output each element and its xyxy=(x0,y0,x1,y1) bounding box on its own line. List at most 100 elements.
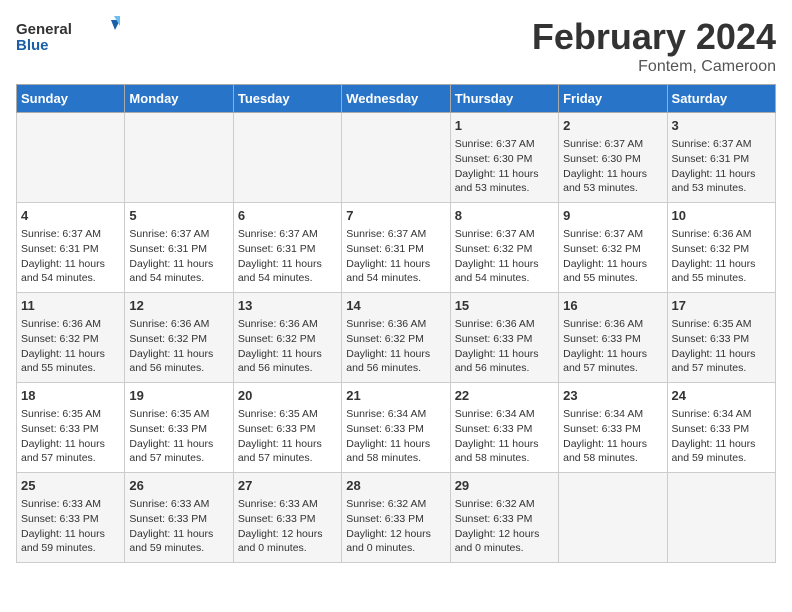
cell-info-line: Sunset: 6:33 PM xyxy=(455,332,554,347)
calendar-cell: 12Sunrise: 6:36 AMSunset: 6:32 PMDayligh… xyxy=(125,293,233,383)
cell-info-line: Sunrise: 6:35 AM xyxy=(672,317,771,332)
cell-info-line: Daylight: 12 hours xyxy=(455,527,554,542)
cell-info-line: Sunrise: 6:37 AM xyxy=(238,227,337,242)
day-number: 14 xyxy=(346,297,445,315)
calendar-cell: 5Sunrise: 6:37 AMSunset: 6:31 PMDaylight… xyxy=(125,203,233,293)
calendar-cell: 10Sunrise: 6:36 AMSunset: 6:32 PMDayligh… xyxy=(667,203,775,293)
cell-info-line: Sunset: 6:33 PM xyxy=(672,422,771,437)
day-number: 26 xyxy=(129,477,228,495)
cell-info-line: Sunrise: 6:37 AM xyxy=(563,137,662,152)
day-number: 3 xyxy=(672,117,771,135)
cell-info-line: Sunrise: 6:37 AM xyxy=(129,227,228,242)
calendar-cell: 22Sunrise: 6:34 AMSunset: 6:33 PMDayligh… xyxy=(450,383,558,473)
cell-info-line: Daylight: 11 hours xyxy=(563,437,662,452)
cell-info-line: Sunset: 6:32 PM xyxy=(672,242,771,257)
weekday-header-thursday: Thursday xyxy=(450,85,558,113)
weekday-header-monday: Monday xyxy=(125,85,233,113)
month-title: February 2024 xyxy=(532,16,776,58)
calendar-cell: 29Sunrise: 6:32 AMSunset: 6:33 PMDayligh… xyxy=(450,473,558,563)
calendar-cell: 26Sunrise: 6:33 AMSunset: 6:33 PMDayligh… xyxy=(125,473,233,563)
calendar-cell xyxy=(17,113,125,203)
cell-info-line: and 54 minutes. xyxy=(238,271,337,286)
cell-info-line: and 57 minutes. xyxy=(129,451,228,466)
cell-info-line: Daylight: 11 hours xyxy=(129,257,228,272)
cell-info-line: Daylight: 11 hours xyxy=(563,257,662,272)
day-number: 8 xyxy=(455,207,554,225)
calendar-cell: 24Sunrise: 6:34 AMSunset: 6:33 PMDayligh… xyxy=(667,383,775,473)
cell-info-line: Daylight: 11 hours xyxy=(129,527,228,542)
cell-info-line: Sunrise: 6:32 AM xyxy=(455,497,554,512)
calendar-cell: 18Sunrise: 6:35 AMSunset: 6:33 PMDayligh… xyxy=(17,383,125,473)
day-number: 4 xyxy=(21,207,120,225)
calendar-cell xyxy=(667,473,775,563)
cell-info-line: and 54 minutes. xyxy=(455,271,554,286)
cell-info-line: and 57 minutes. xyxy=(672,361,771,376)
cell-info-line: Sunrise: 6:33 AM xyxy=(129,497,228,512)
cell-info-line: Sunset: 6:32 PM xyxy=(455,242,554,257)
calendar-cell xyxy=(342,113,450,203)
cell-info-line: Daylight: 11 hours xyxy=(21,437,120,452)
cell-info-line: Daylight: 12 hours xyxy=(346,527,445,542)
cell-info-line: Sunrise: 6:34 AM xyxy=(346,407,445,422)
cell-info-line: Sunrise: 6:36 AM xyxy=(563,317,662,332)
calendar-cell: 27Sunrise: 6:33 AMSunset: 6:33 PMDayligh… xyxy=(233,473,341,563)
day-number: 24 xyxy=(672,387,771,405)
day-number: 25 xyxy=(21,477,120,495)
week-row-2: 4Sunrise: 6:37 AMSunset: 6:31 PMDaylight… xyxy=(17,203,776,293)
day-number: 27 xyxy=(238,477,337,495)
cell-info-line: Sunrise: 6:36 AM xyxy=(346,317,445,332)
cell-info-line: and 54 minutes. xyxy=(129,271,228,286)
cell-info-line: Sunset: 6:33 PM xyxy=(129,422,228,437)
day-number: 11 xyxy=(21,297,120,315)
cell-info-line: and 56 minutes. xyxy=(129,361,228,376)
logo-text: General Blue xyxy=(16,16,136,61)
calendar-cell: 15Sunrise: 6:36 AMSunset: 6:33 PMDayligh… xyxy=(450,293,558,383)
week-row-4: 18Sunrise: 6:35 AMSunset: 6:33 PMDayligh… xyxy=(17,383,776,473)
cell-info-line: and 0 minutes. xyxy=(238,541,337,556)
cell-info-line: Sunrise: 6:35 AM xyxy=(129,407,228,422)
page-header: General Blue February 2024 Fontem, Camer… xyxy=(16,16,776,76)
cell-info-line: and 57 minutes. xyxy=(563,361,662,376)
calendar-cell: 19Sunrise: 6:35 AMSunset: 6:33 PMDayligh… xyxy=(125,383,233,473)
calendar-cell: 2Sunrise: 6:37 AMSunset: 6:30 PMDaylight… xyxy=(559,113,667,203)
cell-info-line: Sunrise: 6:37 AM xyxy=(455,137,554,152)
weekday-header-tuesday: Tuesday xyxy=(233,85,341,113)
cell-info-line: Sunset: 6:31 PM xyxy=(238,242,337,257)
cell-info-line: Daylight: 11 hours xyxy=(672,347,771,362)
weekday-header-saturday: Saturday xyxy=(667,85,775,113)
calendar-cell: 4Sunrise: 6:37 AMSunset: 6:31 PMDaylight… xyxy=(17,203,125,293)
cell-info-line: Sunset: 6:30 PM xyxy=(563,152,662,167)
day-number: 9 xyxy=(563,207,662,225)
cell-info-line: Sunrise: 6:36 AM xyxy=(672,227,771,242)
cell-info-line: Sunrise: 6:36 AM xyxy=(455,317,554,332)
cell-info-line: Sunrise: 6:32 AM xyxy=(346,497,445,512)
day-number: 2 xyxy=(563,117,662,135)
weekday-header-wednesday: Wednesday xyxy=(342,85,450,113)
cell-info-line: and 53 minutes. xyxy=(672,181,771,196)
calendar-cell xyxy=(233,113,341,203)
week-row-3: 11Sunrise: 6:36 AMSunset: 6:32 PMDayligh… xyxy=(17,293,776,383)
cell-info-line: Sunrise: 6:36 AM xyxy=(21,317,120,332)
cell-info-line: Sunset: 6:33 PM xyxy=(346,422,445,437)
day-number: 13 xyxy=(238,297,337,315)
cell-info-line: Sunset: 6:33 PM xyxy=(672,332,771,347)
day-number: 28 xyxy=(346,477,445,495)
day-number: 1 xyxy=(455,117,554,135)
calendar-cell: 9Sunrise: 6:37 AMSunset: 6:32 PMDaylight… xyxy=(559,203,667,293)
cell-info-line: and 53 minutes. xyxy=(455,181,554,196)
cell-info-line: Sunset: 6:33 PM xyxy=(238,422,337,437)
cell-info-line: Daylight: 11 hours xyxy=(672,257,771,272)
cell-info-line: Sunrise: 6:37 AM xyxy=(455,227,554,242)
cell-info-line: Daylight: 11 hours xyxy=(455,167,554,182)
cell-info-line: and 54 minutes. xyxy=(346,271,445,286)
cell-info-line: and 59 minutes. xyxy=(129,541,228,556)
svg-text:Blue: Blue xyxy=(16,37,49,54)
cell-info-line: Daylight: 11 hours xyxy=(455,257,554,272)
cell-info-line: Daylight: 11 hours xyxy=(346,257,445,272)
day-number: 12 xyxy=(129,297,228,315)
cell-info-line: Daylight: 11 hours xyxy=(455,347,554,362)
calendar-cell: 14Sunrise: 6:36 AMSunset: 6:32 PMDayligh… xyxy=(342,293,450,383)
cell-info-line: Sunset: 6:31 PM xyxy=(346,242,445,257)
cell-info-line: and 57 minutes. xyxy=(238,451,337,466)
cell-info-line: Sunset: 6:33 PM xyxy=(455,512,554,527)
